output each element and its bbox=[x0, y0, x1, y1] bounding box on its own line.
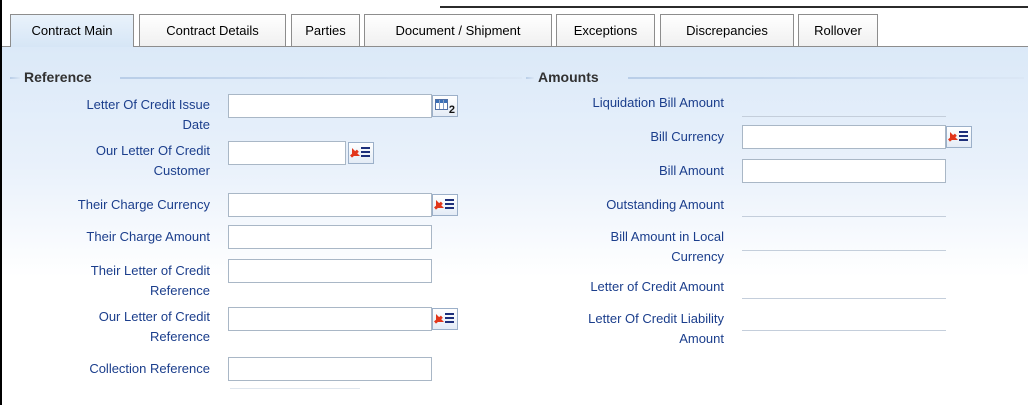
their-charge-amount-label: Their Charge Amount bbox=[86, 229, 210, 244]
label-line: Their Letter of Credit bbox=[90, 263, 210, 278]
our-lc-reference-input[interactable] bbox=[229, 308, 431, 330]
tab-label: Document / Shipment bbox=[395, 23, 521, 38]
lc-liability-amount-value bbox=[742, 311, 946, 331]
outstanding-amount-value bbox=[742, 197, 946, 217]
label-line: Bill Amount in Local bbox=[610, 229, 724, 244]
section-divider bbox=[120, 77, 522, 79]
tab-contract-details[interactable]: Contract Details bbox=[139, 14, 286, 46]
our-lc-reference-label: Our Letter of Credit Reference bbox=[12, 307, 210, 347]
outstanding-amount-label: Outstanding Amount bbox=[606, 197, 724, 212]
section-divider bbox=[10, 77, 20, 79]
tab-rollover[interactable]: Rollover bbox=[798, 14, 878, 46]
bill-amount-label: Bill Amount bbox=[658, 163, 724, 178]
section-divider bbox=[526, 77, 534, 79]
bill-amount-local-value bbox=[742, 231, 946, 251]
bill-currency-label: Bill Currency bbox=[650, 129, 724, 144]
their-charge-amount-input[interactable] bbox=[229, 226, 431, 248]
calendar-button[interactable]: 2 bbox=[432, 95, 458, 117]
label-line: Amount bbox=[679, 331, 724, 346]
tab-label: Discrepancies bbox=[686, 23, 768, 38]
charge-currency-lov-button[interactable] bbox=[432, 194, 458, 216]
liquidation-bill-amount-value bbox=[742, 97, 946, 117]
lc-issue-date-label: Letter Of Credit Issue Date bbox=[12, 95, 210, 135]
their-lc-reference-input[interactable] bbox=[229, 260, 431, 282]
label-line: Date bbox=[182, 117, 210, 132]
lov-list-icon bbox=[436, 199, 454, 211]
lc-issue-date-field[interactable] bbox=[228, 94, 432, 118]
our-lc-customer-input[interactable] bbox=[229, 142, 345, 164]
lc-issue-date-input[interactable] bbox=[229, 95, 431, 117]
tab-discrepancies[interactable]: Discrepancies bbox=[660, 14, 794, 46]
calendar-icon: 2 bbox=[435, 98, 455, 116]
their-charge-currency-input[interactable] bbox=[229, 194, 431, 216]
lc-amount-label: Letter of Credit Amount bbox=[590, 279, 724, 294]
our-lc-reference-field[interactable] bbox=[228, 307, 432, 331]
label-line: Currency bbox=[671, 249, 724, 264]
label-line: Customer bbox=[153, 163, 210, 178]
lc-liability-amount-label: Letter Of Credit Liability Amount bbox=[526, 309, 724, 349]
their-charge-currency-field[interactable] bbox=[228, 193, 432, 217]
lov-list-icon bbox=[950, 131, 968, 143]
contract-main-panel: Reference Letter Of Credit Issue Date 2 … bbox=[2, 46, 1028, 405]
label-line: Reference bbox=[150, 283, 210, 298]
label-line: Letter Of Credit Liability bbox=[588, 311, 724, 326]
lc-amount-value bbox=[742, 279, 946, 299]
tab-document-shipment[interactable]: Document / Shipment bbox=[364, 14, 552, 46]
tab-label: Contract Details bbox=[166, 23, 259, 38]
bill-amount-input[interactable] bbox=[743, 160, 945, 182]
tab-label: Contract Main bbox=[31, 23, 113, 38]
reference-section-title: Reference bbox=[24, 69, 92, 85]
bill-amount-field[interactable] bbox=[742, 159, 946, 183]
bill-amount-local-label: Bill Amount in Local Currency bbox=[526, 227, 724, 267]
bill-currency-field[interactable] bbox=[742, 125, 946, 149]
label-line: Our Letter Of Credit bbox=[95, 143, 210, 158]
lc-reference-lov-button[interactable] bbox=[432, 308, 458, 330]
label-line: Letter Of Credit Issue bbox=[86, 97, 210, 112]
their-charge-amount-field[interactable] bbox=[228, 225, 432, 249]
bill-currency-input[interactable] bbox=[743, 126, 945, 148]
their-lc-reference-label: Their Letter of Credit Reference bbox=[12, 261, 210, 301]
amounts-section-title: Amounts bbox=[538, 69, 599, 85]
field-underline bbox=[230, 369, 360, 389]
section-divider bbox=[628, 77, 1024, 79]
tab-label: Parties bbox=[305, 23, 346, 38]
tab-contract-main[interactable]: Contract Main bbox=[10, 14, 134, 47]
calendar-badge: 2 bbox=[448, 103, 455, 116]
label-line: Reference bbox=[150, 329, 210, 344]
label-line: Our Letter of Credit bbox=[98, 309, 210, 324]
liquidation-bill-amount-label: Liquidation Bill Amount bbox=[592, 95, 724, 110]
tab-bar: Contract Main Contract Details Parties D… bbox=[10, 14, 1028, 47]
collection-reference-label: Collection Reference bbox=[89, 361, 210, 376]
tab-parties[interactable]: Parties bbox=[291, 14, 360, 46]
our-lc-customer-field[interactable] bbox=[228, 141, 346, 165]
their-lc-reference-field[interactable] bbox=[228, 259, 432, 283]
lov-list-icon bbox=[436, 313, 454, 325]
their-charge-currency-label: Their Charge Currency bbox=[77, 197, 210, 212]
our-lc-customer-label: Our Letter Of Credit Customer bbox=[12, 141, 210, 181]
customer-lov-button[interactable] bbox=[348, 142, 374, 164]
tab-label: Rollover bbox=[814, 23, 862, 38]
bill-currency-lov-button[interactable] bbox=[946, 126, 972, 148]
top-divider bbox=[440, 6, 1028, 8]
lov-list-icon bbox=[352, 147, 370, 159]
tab-label: Exceptions bbox=[573, 23, 638, 38]
tab-exceptions[interactable]: Exceptions bbox=[556, 14, 655, 46]
